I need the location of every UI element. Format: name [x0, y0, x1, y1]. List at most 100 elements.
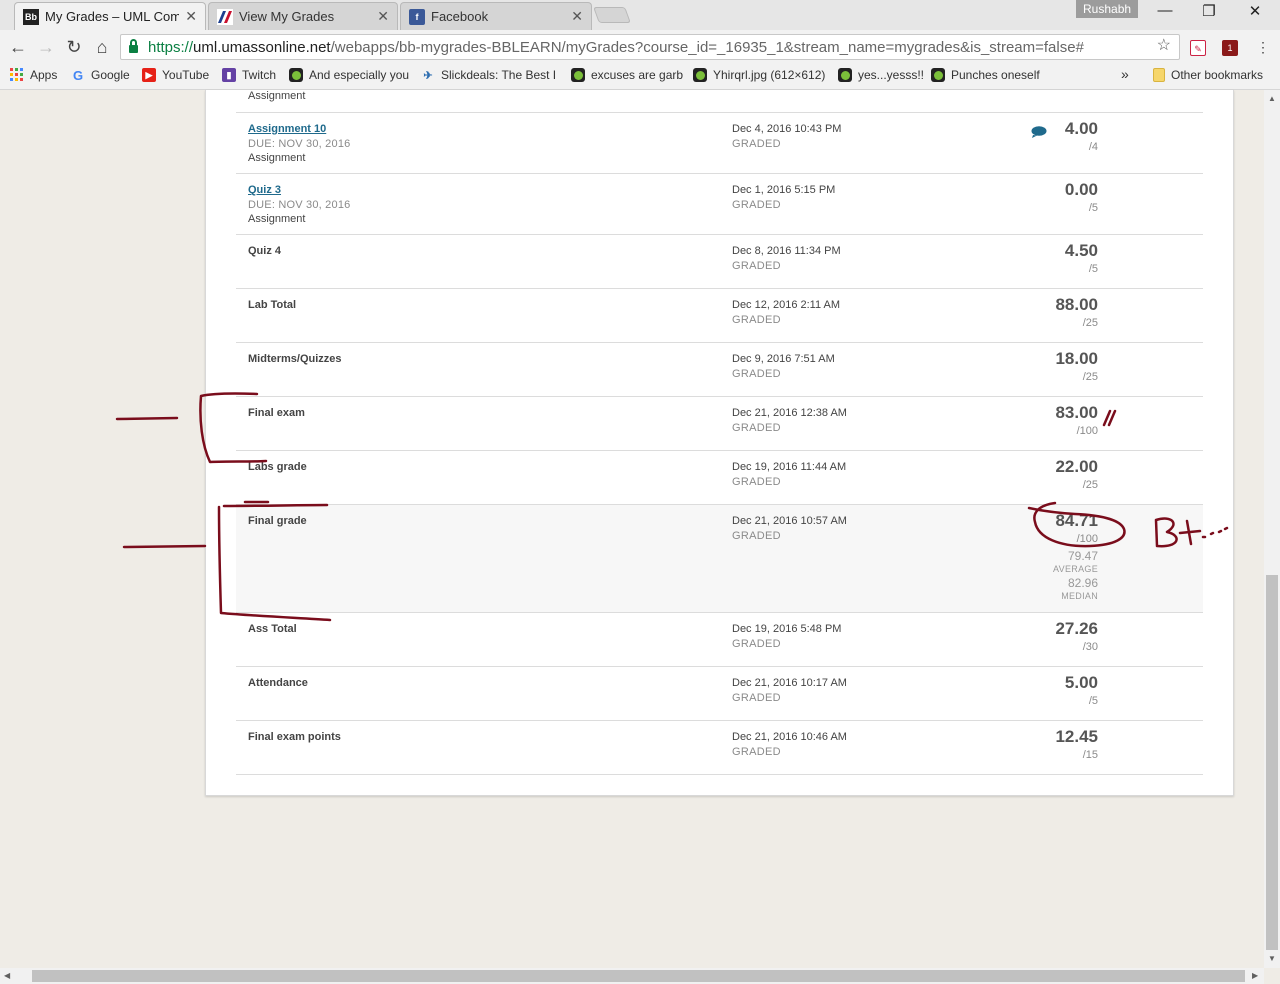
- restore-icon[interactable]: ❐: [1186, 2, 1232, 20]
- bookmark-youtube[interactable]: ▶ YouTube: [142, 68, 209, 82]
- menu-icon[interactable]: ⋮: [1252, 36, 1274, 58]
- ublock-icon[interactable]: 1: [1222, 40, 1238, 56]
- grade-score: 4.50: [1064, 241, 1098, 260]
- grade-score: 5.00: [1064, 673, 1098, 692]
- grade-submitted-date: Dec 9, 2016 7:51 AM: [732, 353, 835, 365]
- bookmark-and-especially-you[interactable]: And especially you: [289, 68, 409, 82]
- bookmark-label: Google: [91, 68, 130, 82]
- ink-dash-final-exam: [115, 416, 179, 421]
- close-tab-icon[interactable]: ✕: [185, 8, 197, 25]
- green-dot-icon: [571, 68, 585, 82]
- url-host: uml.umassonline.net: [193, 38, 331, 56]
- bookmark-label: Apps: [30, 68, 58, 82]
- bookmark-excuses[interactable]: excuses are garb: [571, 68, 683, 82]
- green-dot-icon: [289, 68, 303, 82]
- grade-status: GRADED: [732, 368, 781, 380]
- bookmark-yhirqrl[interactable]: Yhirqrl.jpg (612×612): [693, 68, 825, 82]
- google-icon: G: [72, 67, 84, 83]
- minimize-icon[interactable]: —: [1142, 2, 1188, 19]
- close-tab-icon[interactable]: ✕: [377, 8, 389, 25]
- bookmark-google[interactable]: G Google: [71, 67, 130, 83]
- grade-points-possible: /5: [1088, 695, 1098, 707]
- bookmarks-overflow-button[interactable]: »: [1121, 66, 1129, 82]
- class-median-value: 82.96: [1067, 576, 1098, 590]
- extension-icon[interactable]: ✎: [1190, 40, 1206, 56]
- grade-status: GRADED: [732, 530, 781, 542]
- class-average-label: AVERAGE: [1053, 564, 1098, 574]
- new-tab-button[interactable]: [593, 7, 631, 23]
- bookmark-yes-yesss[interactable]: yes...yesss!!: [838, 68, 924, 82]
- back-icon[interactable]: ←: [7, 36, 29, 58]
- grade-item-title: Quiz 4: [248, 245, 282, 257]
- grade-row: Final exam Dec 21, 2016 12:38 AM GRADED …: [236, 397, 1203, 451]
- grade-item-link[interactable]: Quiz 3: [248, 184, 281, 196]
- grade-status: GRADED: [732, 422, 781, 434]
- grade-item-link[interactable]: Assignment 10: [248, 123, 326, 135]
- bookmark-slickdeals[interactable]: ✈ Slickdeals: The Best D: [421, 68, 555, 82]
- bookmark-label: excuses are garb: [591, 68, 684, 82]
- other-bookmarks[interactable]: Other bookmarks: [1153, 68, 1263, 82]
- tab-title: Facebook: [431, 9, 489, 24]
- grade-status: GRADED: [732, 692, 781, 704]
- tab-facebook[interactable]: f Facebook ✕: [400, 2, 592, 30]
- grade-points-possible: /25: [1082, 371, 1098, 383]
- grade-points-possible: /15: [1082, 749, 1098, 761]
- bookmark-apps[interactable]: Apps: [10, 68, 57, 82]
- url-path: /webapps/bb-mygrades-BBLEARN/myGrades?co…: [330, 38, 1084, 56]
- green-dot-icon: [693, 68, 707, 82]
- scroll-right-icon[interactable]: ▶: [1252, 971, 1258, 980]
- bookmark-label: Yhirqrl.jpg (612×612): [713, 68, 826, 82]
- bookmark-star-icon[interactable]: ☆: [1157, 35, 1171, 55]
- close-window-icon[interactable]: ✕: [1232, 2, 1278, 20]
- youtube-icon: ▶: [142, 68, 156, 82]
- grade-score: 84.71: [1055, 511, 1098, 530]
- reload-icon[interactable]: ↻: [63, 36, 85, 58]
- horizontal-scrollbar[interactable]: ◀ ▶: [0, 968, 1264, 984]
- tab-title: My Grades – UML Comp: [45, 9, 180, 24]
- tab-view-my-grades[interactable]: View My Grades ✕: [208, 2, 398, 30]
- browser-toolbar: ← → ↻ ⌂ https://uml.umassonline.net/weba…: [0, 30, 1280, 64]
- tab-my-grades[interactable]: Bb My Grades – UML Comp ✕: [14, 2, 206, 30]
- bookmark-label: Punches oneself: [951, 68, 1040, 82]
- grade-points-possible: /25: [1082, 317, 1098, 329]
- grade-submitted-date: Dec 21, 2016 10:57 AM: [732, 515, 847, 527]
- class-median-label: MEDIAN: [1061, 591, 1098, 601]
- grade-score: 83.00: [1055, 403, 1098, 422]
- vertical-scrollbar[interactable]: ▲ ▼: [1264, 90, 1280, 968]
- facebook-icon: f: [409, 8, 425, 25]
- forward-icon[interactable]: →: [35, 36, 57, 58]
- horizontal-scroll-thumb[interactable]: [32, 970, 1245, 982]
- grade-submitted-date: Dec 21, 2016 10:46 AM: [732, 731, 847, 743]
- scroll-left-icon[interactable]: ◀: [4, 971, 10, 980]
- comment-icon[interactable]: [1031, 126, 1047, 138]
- grade-row: Final exam points Dec 21, 2016 10:46 AM …: [236, 721, 1203, 775]
- grade-points-possible: /100: [1076, 533, 1098, 545]
- grade-row: Ass Total Dec 19, 2016 5:48 PM GRADED 27…: [236, 613, 1203, 667]
- address-bar[interactable]: https://uml.umassonline.net/webapps/bb-m…: [120, 34, 1180, 60]
- vertical-scroll-thumb[interactable]: [1266, 575, 1278, 950]
- grade-status: GRADED: [732, 638, 781, 650]
- scroll-up-icon[interactable]: ▲: [1268, 94, 1276, 103]
- grade-submitted-date: Dec 21, 2016 10:17 AM: [732, 677, 847, 689]
- scroll-down-icon[interactable]: ▼: [1268, 954, 1276, 963]
- grade-points-possible: /5: [1088, 202, 1098, 214]
- grade-score: 22.00: [1055, 457, 1098, 476]
- other-bookmarks-label: Other bookmarks: [1171, 68, 1264, 82]
- grade-row: Labs grade Dec 19, 2016 11:44 AM GRADED …: [236, 451, 1203, 505]
- home-icon[interactable]: ⌂: [91, 36, 113, 58]
- bookmarks-bar: Apps G Google ▶ YouTube ▮ Twitch And esp…: [0, 64, 1280, 90]
- grades-panel: Assignment Assignment 10 DUE: NOV 30, 20…: [205, 90, 1234, 796]
- bookmark-label: Twitch: [242, 68, 277, 82]
- grade-score: 0.00: [1064, 180, 1098, 199]
- bookmark-punches-oneself[interactable]: Punches oneself: [931, 68, 1040, 82]
- bookmark-twitch[interactable]: ▮ Twitch: [222, 68, 276, 82]
- grade-category: Assignment: [248, 152, 306, 164]
- close-tab-icon[interactable]: ✕: [571, 8, 583, 25]
- profile-button[interactable]: Rushabh: [1076, 0, 1139, 18]
- lock-icon: [129, 39, 138, 53]
- extension-badge: 1: [1227, 43, 1233, 53]
- grade-submitted-date: Dec 4, 2016 10:43 PM: [732, 123, 842, 135]
- grade-row: Midterms/Quizzes Dec 9, 2016 7:51 AM GRA…: [236, 343, 1203, 397]
- uml-logo-icon: [217, 8, 233, 25]
- grade-score: 12.45: [1055, 727, 1098, 746]
